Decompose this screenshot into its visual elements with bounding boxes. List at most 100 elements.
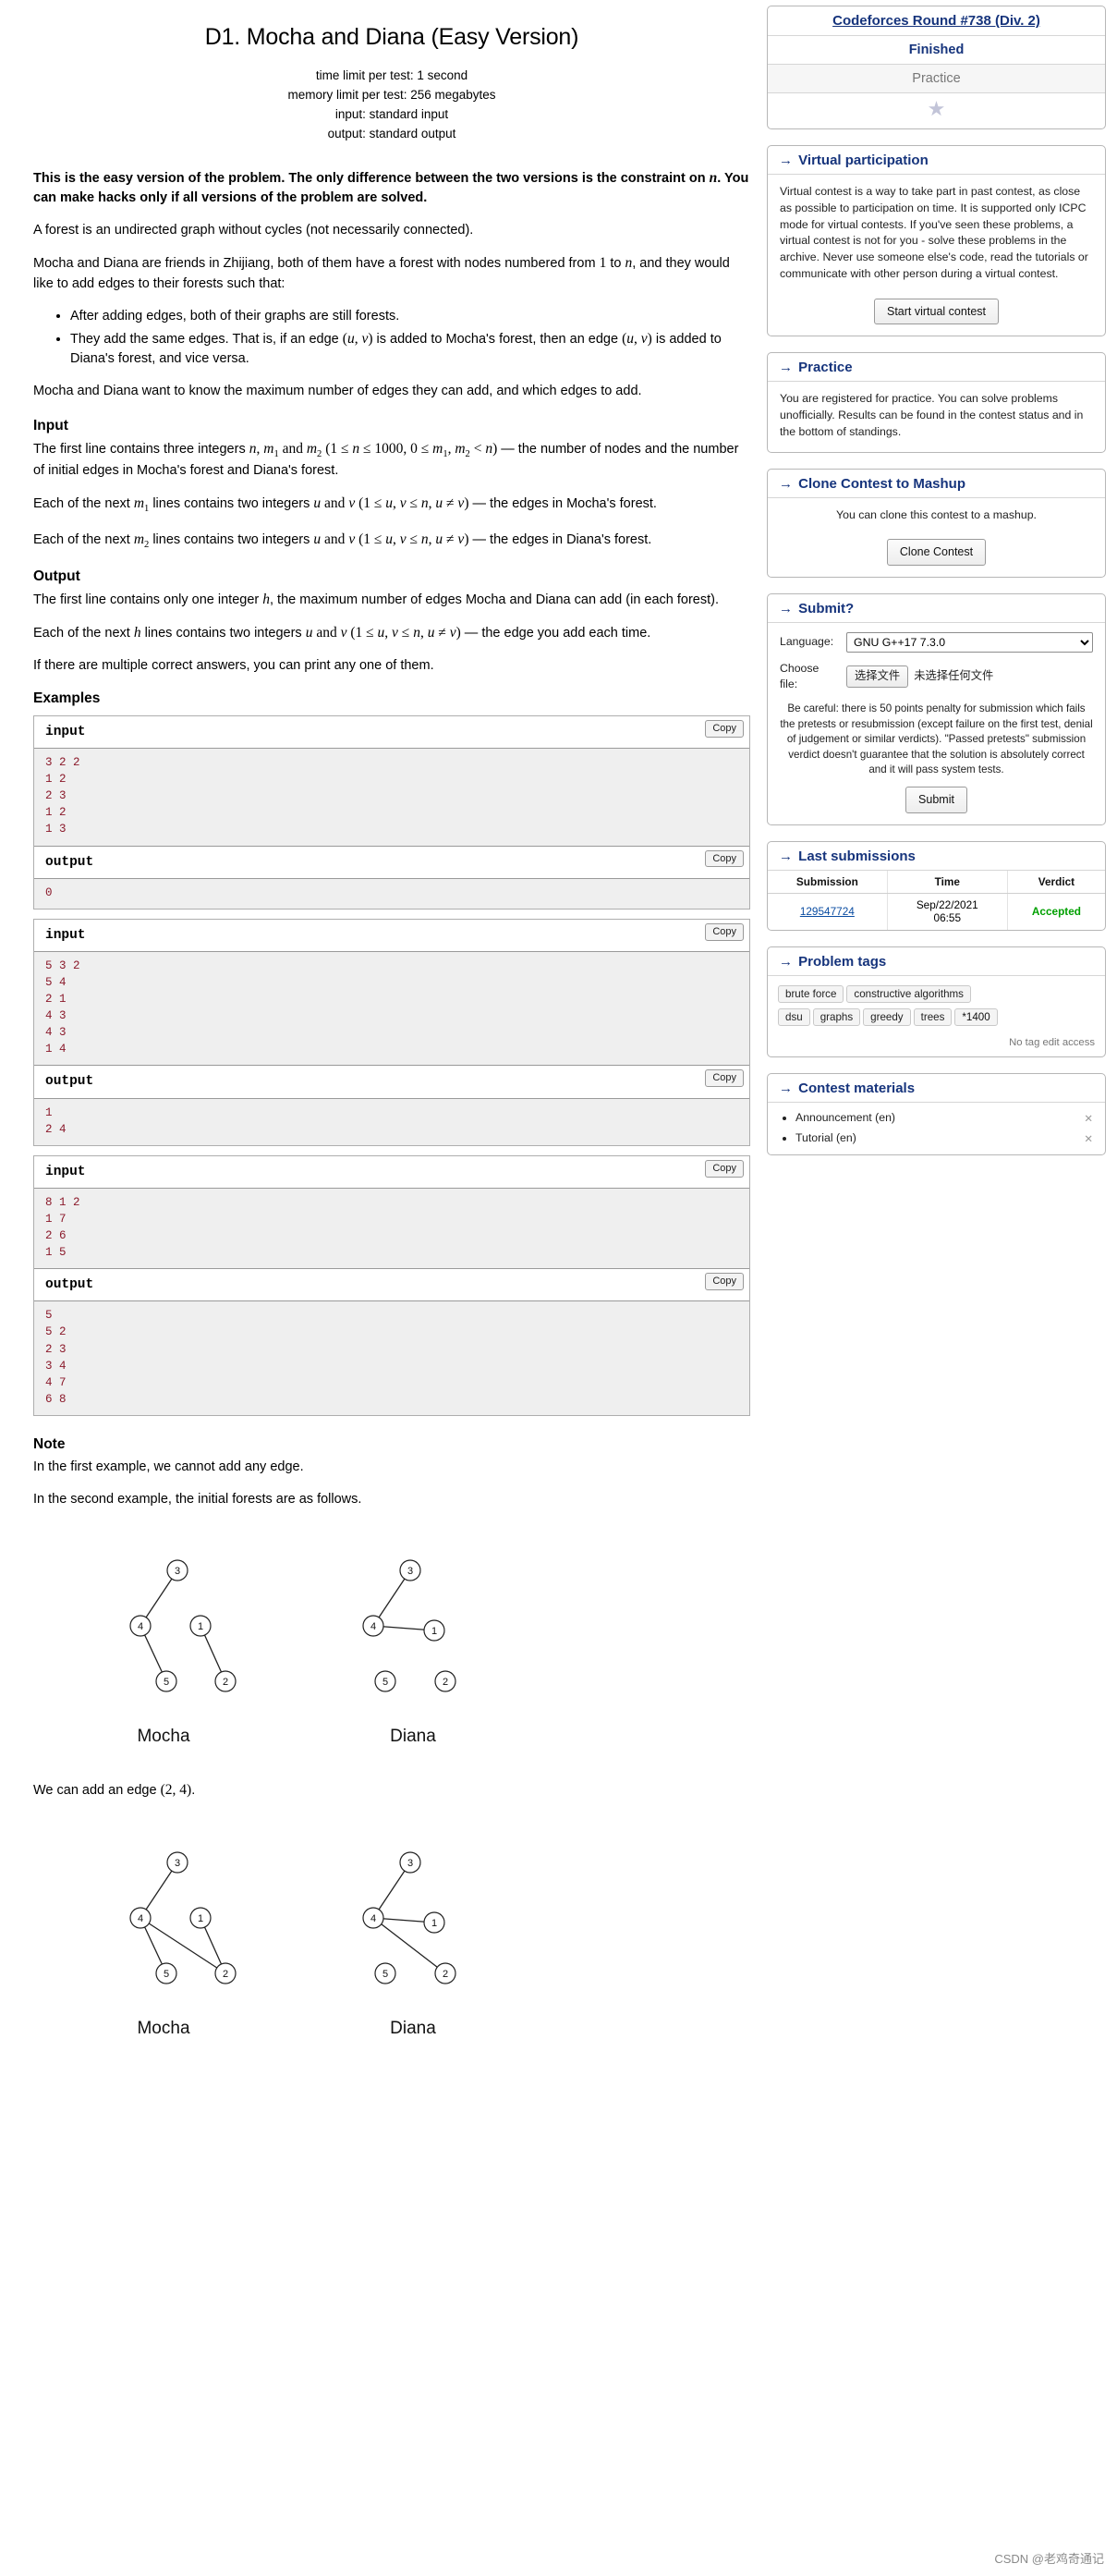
submit-body: Language: GNU G++17 7.3.0 Choose file: 选择…: [768, 623, 1105, 824]
copy-button[interactable]: Copy: [705, 719, 744, 738]
tag-item[interactable]: graphs: [812, 1008, 861, 1027]
material-link[interactable]: Tutorial (en): [795, 1131, 856, 1144]
list-item[interactable]: Tutorial (en) ✕: [795, 1131, 1095, 1145]
favourite-toggle[interactable]: ★: [768, 93, 1105, 128]
intro-part1: Mocha and Diana are friends in Zhijiang,…: [33, 256, 600, 272]
contest-name-link[interactable]: Codeforces Round #738 (Div. 2): [832, 13, 1040, 29]
list-item[interactable]: Announcement (en) ✕: [795, 1111, 1095, 1125]
close-icon[interactable]: ✕: [1084, 1112, 1093, 1125]
output-para-1: The first line contains only one integer…: [33, 591, 720, 607]
figure-caption-mocha: Mocha: [137, 2018, 190, 2038]
page-root: D1. Mocha and Diana (Easy Version) time …: [0, 0, 1117, 2046]
contest-status: Finished: [768, 36, 1105, 65]
column-verdict: Verdict: [1007, 870, 1105, 894]
input-p1-part1: The first line contains three integers: [33, 441, 249, 457]
contest-box: Codeforces Round #738 (Div. 2) Finished …: [767, 6, 1106, 129]
choose-file-button[interactable]: 选择文件: [846, 665, 909, 689]
output-spec: output: standard output: [327, 127, 456, 141]
table-header-row: Submission Time Verdict: [768, 870, 1105, 894]
output-p1-part2: , the maximum number of edges Mocha and …: [270, 592, 720, 607]
copy-button[interactable]: Copy: [705, 849, 744, 868]
virtual-participation-text: Virtual contest is a way to take part in…: [780, 185, 1088, 281]
submissions-table-head: Submission Time Verdict: [768, 870, 1105, 894]
choose-file-label-line1: Choose: [780, 661, 820, 675]
submit-button-wrap: Submit: [780, 779, 1093, 813]
clone-contest-button[interactable]: Clone Contest: [886, 539, 987, 566]
copy-button[interactable]: Copy: [705, 1159, 744, 1178]
last-submissions-box: → Last submissions Submission Time Verdi…: [767, 840, 1106, 932]
input-title-row: input Copy: [34, 715, 749, 749]
practice-box: → Practice You are registered for practi…: [767, 352, 1106, 453]
figure-mocha-final: 3 4 1 5 2 Mocha: [67, 1833, 261, 2042]
intro-paragraph: Mocha and Diana are friends in Zhijiang,…: [33, 255, 730, 291]
tag-item[interactable]: constructive algorithms: [846, 985, 971, 1004]
start-virtual-contest-button[interactable]: Start virtual contest: [874, 298, 999, 325]
contest-header: Codeforces Round #738 (Div. 2): [768, 6, 1105, 36]
star-icon[interactable]: ★: [928, 97, 946, 120]
contest-materials-list: Announcement (en) ✕ Tutorial (en) ✕: [768, 1103, 1105, 1154]
tag-item-rating[interactable]: *1400: [954, 1008, 998, 1027]
tag-item[interactable]: dsu: [778, 1008, 810, 1027]
last-submissions-title: Last submissions: [798, 848, 916, 864]
svg-text:5: 5: [164, 1969, 169, 1980]
note-line-1: In the first example, we cannot add any …: [33, 1459, 304, 1474]
language-row: Language: GNU G++17 7.3.0: [780, 631, 1093, 653]
close-icon[interactable]: ✕: [1084, 1132, 1093, 1145]
output-title-row: output Copy: [34, 846, 749, 879]
table-row: 129547724 Sep/22/2021 06:55 Accepted: [768, 893, 1105, 931]
submit-box: → Submit? Language: GNU G++17 7.3.0 Choo…: [767, 592, 1106, 825]
input-p3-part3: — the edges in Diana's forest.: [468, 531, 652, 547]
clone-contest-text: You can clone this contest to a mashup.: [836, 507, 1037, 521]
svg-text:2: 2: [223, 1969, 228, 1980]
submission-time-cell: Sep/22/2021 06:55: [887, 893, 1008, 931]
practice-title: Practice: [798, 360, 853, 376]
submission-date: Sep/22/2021: [916, 897, 978, 911]
tag-item[interactable]: greedy: [863, 1008, 911, 1027]
submit-title: Submit?: [798, 600, 855, 617]
language-select[interactable]: GNU G++17 7.3.0: [846, 631, 1093, 653]
watermark: CSDN @老鸡奇通记: [994, 2552, 1104, 2566]
sample-output: 5 5 2 2 3 3 4 4 7 6 8: [34, 1301, 749, 1416]
sample-input: 8 1 2 1 7 2 6 1 5: [34, 1188, 749, 1270]
svg-text:2: 2: [223, 1677, 228, 1688]
tag-item[interactable]: brute force: [778, 985, 844, 1004]
easy-version-note-part1: This is the easy version of the problem.…: [33, 170, 710, 186]
mocha-initial-graph: 3 4 1 5 2: [129, 1558, 237, 1692]
figure-diana-final: 3 4 1 5 2 Diana: [316, 1833, 510, 2042]
submission-id-link[interactable]: 129547724: [800, 905, 855, 918]
svg-text:4: 4: [138, 1621, 143, 1632]
figure-caption-mocha: Mocha: [137, 1726, 190, 1746]
arrow-right-icon: →: [779, 848, 793, 864]
submission-clock: 06:55: [933, 911, 962, 925]
last-submissions-caption: → Last submissions: [768, 842, 1105, 871]
input-p2-part3: — the edges in Mocha's forest.: [468, 496, 657, 512]
submit-button[interactable]: Submit: [905, 787, 967, 813]
note-line-2: In the second example, the initial fores…: [33, 1491, 362, 1507]
bullet2-part2: is added to Mocha's forest, then an edge: [372, 331, 623, 347]
input-para-1: The first line contains three integers n…: [33, 440, 739, 479]
bullet2-part1: They add the same edges. That is, if an …: [70, 331, 343, 347]
copy-button[interactable]: Copy: [705, 922, 744, 941]
clone-contest-box: → Clone Contest to Mashup You can clone …: [767, 468, 1106, 578]
tag-item[interactable]: trees: [913, 1008, 953, 1027]
no-tag-edit-access: No tag edit access: [1009, 1037, 1095, 1049]
forest-definition: A forest is an undirected graph without …: [33, 223, 474, 238]
output-p2-part1: Each of the next: [33, 625, 134, 641]
arrow-right-icon: →: [779, 360, 793, 376]
page-title: D1. Mocha and Diana (Easy Version): [204, 24, 579, 50]
intro-part2: to: [606, 256, 625, 272]
copy-button[interactable]: Copy: [705, 1273, 744, 1291]
mocha-final-graph: 3 4 1 5 2: [129, 1850, 237, 1984]
submit-caption: → Submit?: [768, 594, 1105, 623]
copy-button[interactable]: Copy: [705, 1069, 744, 1088]
problem-tags-box: → Problem tags brute force constructive a…: [767, 946, 1106, 1058]
input-para-3: Each of the next m2 lines contains two i…: [33, 531, 652, 550]
submission-verdict-cell: Accepted: [1007, 893, 1105, 930]
submissions-table-body: 129547724 Sep/22/2021 06:55 Accepted: [768, 893, 1105, 931]
material-link[interactable]: Announcement (en): [795, 1111, 895, 1124]
svg-text:2: 2: [443, 1969, 448, 1980]
figure-mocha-initial: 3 4 1 5 2 Mocha: [67, 1541, 261, 1750]
goal-paragraph: Mocha and Diana want to know the maximum…: [33, 384, 642, 399]
input-label: input: [45, 1164, 86, 1179]
practice-body: You are registered for practice. You can…: [768, 382, 1105, 451]
